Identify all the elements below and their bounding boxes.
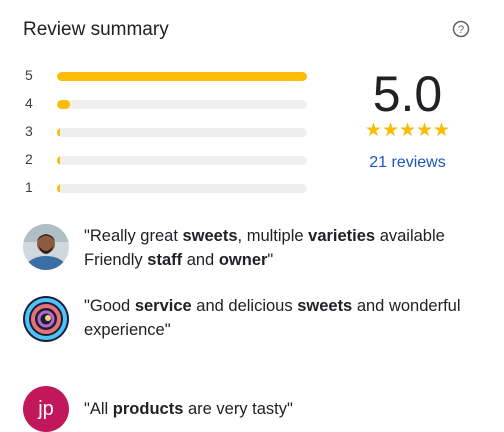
rating-bar-track [57,128,307,137]
snippet-fragment: "Good [84,297,135,315]
rating-bar-fill [57,156,60,165]
rating-bar-track [57,156,307,165]
user-swirl-avatar [23,296,69,342]
rating-bar-track [57,184,307,193]
snippet-fragment: "All [84,400,113,418]
help-icon[interactable]: ? [452,20,470,38]
svg-text:?: ? [458,24,464,36]
rating-bar-track [57,72,307,81]
star-level-label: 5 [25,67,33,83]
snippet-fragment: and delicious [191,297,298,315]
overall-rating: 5.0 ★★★★★ 21 reviews [350,68,465,172]
rating-row[interactable]: 4 [23,91,313,119]
snippet-fragment: "Really great [84,227,183,245]
star-level-label: 4 [25,95,33,111]
highlighted-keyword: products [112,400,184,418]
page-title: Review summary [23,19,169,40]
review-summary-header: Review summary ? [23,16,483,46]
rating-distribution: 5 4 3 2 1 [23,63,313,203]
rating-row[interactable]: 3 [23,119,313,147]
snippet-fragment: are very tasty" [183,400,293,418]
highlighted-keyword: staff [147,251,183,269]
star-level-label: 2 [25,151,33,167]
star-rating-icons: ★★★★★ [364,120,451,141]
highlighted-keyword: sweets [182,227,238,245]
reviews-count-link[interactable]: 21 reviews [350,154,465,172]
rating-bar-fill [57,72,307,81]
rating-row[interactable]: 1 [23,175,313,203]
highlighted-keyword: service [134,297,192,315]
rating-bar-fill [57,184,60,193]
highlighted-keyword: varieties [308,227,376,245]
rating-row[interactable]: 2 [23,147,313,175]
review-snippet[interactable]: jp "All products are very tasty" [23,368,483,432]
snippet-fragment: and [182,251,219,269]
user-initials-avatar: jp [23,386,69,432]
rating-value: 5.0 [372,66,443,122]
rating-bar-track [57,100,307,109]
star-level-label: 3 [25,123,33,139]
rating-bar-fill [57,128,60,137]
review-snippet[interactable]: "Really great sweets, multiple varieties… [23,224,483,294]
review-snippet-text: "Really great sweets, multiple varieties… [84,224,474,272]
avatar-initials: jp [38,397,54,420]
review-snippet-text: "All products are very tasty" [84,397,474,421]
user-photo-avatar [23,224,69,270]
snippet-fragment: " [267,251,274,269]
rating-row[interactable]: 5 [23,63,313,91]
highlighted-keyword: owner [218,251,268,269]
review-snippets: "Really great sweets, multiple varieties… [23,224,483,432]
snippet-fragment: , multiple [237,227,309,245]
review-snippet-text: "Good service and delicious sweets and w… [84,294,474,342]
rating-bar-fill [57,100,70,109]
star-level-label: 1 [25,179,33,195]
review-snippet[interactable]: "Good service and delicious sweets and w… [23,294,483,368]
highlighted-keyword: sweets [297,297,353,315]
